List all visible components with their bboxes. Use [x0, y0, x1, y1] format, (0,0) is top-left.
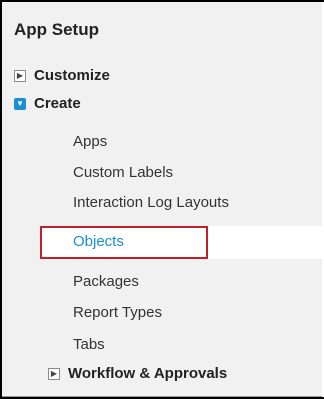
collapse-triangle-icon[interactable]: ▼	[14, 97, 26, 110]
frame-border-left	[0, 0, 2, 399]
tree-item-workflow-label: Workflow & Approvals	[68, 365, 228, 382]
panel-title: App Setup	[14, 20, 99, 39]
tree-item-create[interactable]: ▼ Create	[14, 95, 81, 112]
tree-item-workflow-approvals[interactable]: ▶ Workflow & Approvals	[48, 365, 227, 382]
tree-item-create-label: Create	[34, 95, 81, 112]
tree-child-packages[interactable]: Packages	[73, 273, 139, 290]
tree-child-custom-labels[interactable]: Custom Labels	[73, 164, 173, 181]
expand-triangle-icon[interactable]: ▶	[48, 367, 60, 380]
frame-border-top	[0, 0, 324, 2]
tree-item-customize-label: Customize	[34, 67, 110, 84]
tree-item-customize[interactable]: ▶ Customize	[14, 67, 110, 84]
tree-child-tabs[interactable]: Tabs	[73, 336, 105, 353]
highlight-annotation-box	[40, 226, 208, 259]
tree-child-interaction-log-layouts[interactable]: Interaction Log Layouts	[73, 194, 229, 211]
tree-child-apps[interactable]: Apps	[73, 133, 107, 150]
tree-child-report-types[interactable]: Report Types	[73, 304, 162, 321]
expand-triangle-icon[interactable]: ▶	[14, 69, 26, 82]
